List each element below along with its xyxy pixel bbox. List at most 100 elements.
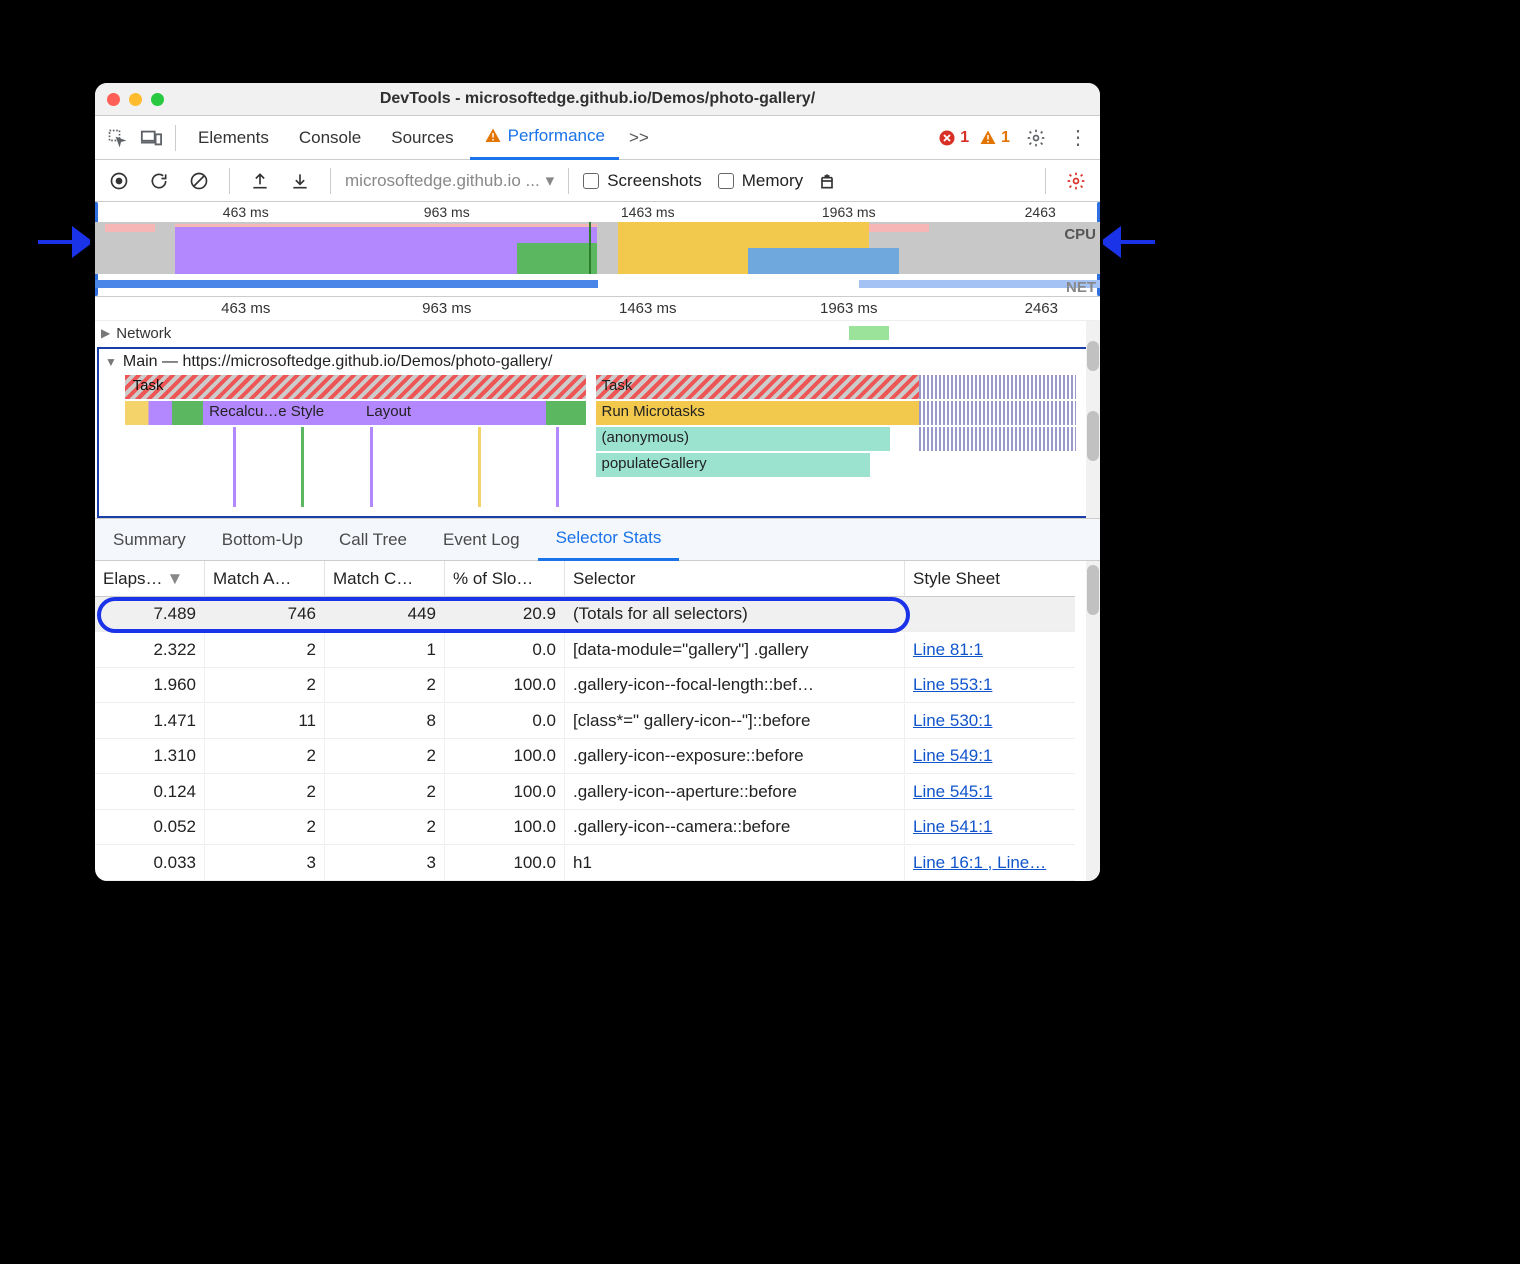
cell-stylesheet[interactable]: Line 16:1 , Line… xyxy=(905,846,1075,881)
subtab-event-log[interactable]: Event Log xyxy=(425,519,538,561)
flame-task[interactable]: Task xyxy=(125,375,586,399)
stylesheet-link[interactable]: Line 553:1 xyxy=(913,675,992,695)
cell-pct-slow: 100.0 xyxy=(445,739,565,774)
subtab-bottom-up[interactable]: Bottom-Up xyxy=(204,519,321,561)
upload-profile-icon[interactable] xyxy=(244,165,276,197)
subtab-call-tree[interactable]: Call Tree xyxy=(321,519,425,561)
cell-pct-slow: 100.0 xyxy=(445,846,565,881)
stylesheet-link[interactable]: Line 81:1 xyxy=(913,640,983,660)
network-track-header[interactable]: ▶ Network xyxy=(95,321,1100,345)
tab-overflow[interactable]: >> xyxy=(621,116,657,160)
main-track-header[interactable]: ▼ Main — https://microsoftedge.github.io… xyxy=(99,349,1092,375)
performance-toolbar: microsoftedge.github.io ... ▾ Screenshot… xyxy=(95,160,1100,202)
cell-match-count: 3 xyxy=(325,846,445,881)
annotation-arrow-right xyxy=(1103,224,1155,260)
device-toolbar-icon[interactable] xyxy=(135,122,167,154)
stylesheet-link[interactable]: Line 541:1 xyxy=(913,817,992,837)
tracks-scrollthumb[interactable] xyxy=(1087,341,1099,371)
cell-match-attempts: 2 xyxy=(205,775,325,810)
flame-layout[interactable]: Layout xyxy=(360,401,546,425)
error-badge[interactable]: 1 xyxy=(938,129,969,147)
flame-recalc-style[interactable]: Recalcu…e Style xyxy=(203,401,360,425)
record-button-icon[interactable] xyxy=(103,165,135,197)
col-selector[interactable]: Selector xyxy=(565,561,905,597)
table-scrollbar[interactable] xyxy=(1086,561,1100,881)
flame-activity[interactable] xyxy=(546,401,585,425)
stylesheet-link[interactable]: Line 549:1 xyxy=(913,746,992,766)
warning-badge[interactable]: 1 xyxy=(979,129,1010,147)
cell-match-attempts: 2 xyxy=(205,633,325,668)
subtab-selector-stats[interactable]: Selector Stats xyxy=(538,519,680,561)
tab-performance[interactable]: Performance xyxy=(470,116,619,160)
tab-elements[interactable]: Elements xyxy=(184,116,283,160)
cell-match-count: 2 xyxy=(325,810,445,845)
tracks-scrollbar[interactable] xyxy=(1086,321,1100,518)
garbage-collect-icon[interactable] xyxy=(811,165,843,197)
col-stylesheet[interactable]: Style Sheet xyxy=(905,561,1075,597)
overview-playhead[interactable] xyxy=(589,222,591,274)
flame-chart[interactable]: ▶ Network ▼ Main — https://microsoftedge… xyxy=(95,321,1100,519)
main-flame-chart[interactable]: Task Task Recalcu…e Style Layout Run Mic… xyxy=(105,375,1086,515)
cell-stylesheet[interactable]: Line 553:1 xyxy=(905,668,1075,703)
flame-activity[interactable] xyxy=(919,401,1076,425)
screenshots-checkbox[interactable] xyxy=(583,173,599,189)
warning-icon xyxy=(484,127,502,145)
cell-selector: (Totals for all selectors) xyxy=(565,597,905,632)
tab-console[interactable]: Console xyxy=(285,116,375,160)
stylesheet-link[interactable]: Line 545:1 xyxy=(913,782,992,802)
flame-activity[interactable] xyxy=(919,375,1076,399)
cell-stylesheet[interactable]: Line 549:1 xyxy=(905,739,1075,774)
selection-outline: ▼ Main — https://microsoftedge.github.io… xyxy=(97,347,1094,518)
capture-settings-icon[interactable] xyxy=(1060,165,1092,197)
col-pct-slow[interactable]: % of Slo… xyxy=(445,561,565,597)
cell-match-count: 8 xyxy=(325,704,445,739)
clear-icon[interactable] xyxy=(183,165,215,197)
col-match-attempts[interactable]: Match A… xyxy=(205,561,325,597)
divider xyxy=(1045,168,1046,194)
download-profile-icon[interactable] xyxy=(284,165,316,197)
close-window-button[interactable] xyxy=(107,93,120,106)
memory-checkbox[interactable] xyxy=(718,173,734,189)
divider xyxy=(175,125,176,151)
flame-activity[interactable] xyxy=(919,427,1076,451)
settings-icon[interactable] xyxy=(1020,122,1052,154)
flame-populate-gallery[interactable]: populateGallery xyxy=(596,453,871,477)
reload-record-icon[interactable] xyxy=(143,165,175,197)
cell-stylesheet[interactable]: Line 541:1 xyxy=(905,810,1075,845)
more-menu-icon[interactable]: ⋮ xyxy=(1062,122,1094,154)
stylesheet-link[interactable]: Line 530:1 xyxy=(913,711,992,731)
tab-sources[interactable]: Sources xyxy=(377,116,467,160)
network-track-label: Network xyxy=(116,325,171,342)
sort-desc-icon: ▼ xyxy=(167,569,184,589)
subtab-summary[interactable]: Summary xyxy=(95,519,204,561)
flame-anonymous[interactable]: (anonymous) xyxy=(596,427,890,451)
stylesheet-link[interactable]: Line 16:1 , Line… xyxy=(913,853,1046,873)
cell-stylesheet[interactable]: Line 530:1 xyxy=(905,704,1075,739)
cell-selector: [data-module="gallery"] .gallery xyxy=(565,633,905,668)
table-scrollthumb[interactable] xyxy=(1087,565,1099,615)
tracks-scrollthumb-2[interactable] xyxy=(1087,411,1099,461)
col-elapsed[interactable]: Elaps… ▼ xyxy=(95,561,205,597)
zoom-window-button[interactable] xyxy=(151,93,164,106)
cell-stylesheet[interactable]: Line 545:1 xyxy=(905,775,1075,810)
cell-match-attempts: 11 xyxy=(205,704,325,739)
cell-elapsed: 1.471 xyxy=(95,704,205,739)
collapse-icon: ▼ xyxy=(105,355,117,369)
cpu-overview xyxy=(95,222,1100,274)
cell-pct-slow: 0.0 xyxy=(445,704,565,739)
cell-elapsed: 0.052 xyxy=(95,810,205,845)
inspect-element-icon[interactable] xyxy=(101,122,133,154)
cell-stylesheet[interactable]: Line 81:1 xyxy=(905,633,1075,668)
flame-run-microtasks[interactable]: Run Microtasks xyxy=(596,401,920,425)
cell-match-attempts: 3 xyxy=(205,846,325,881)
flame-task[interactable]: Task xyxy=(596,375,920,399)
cell-pct-slow: 100.0 xyxy=(445,810,565,845)
profile-target-dropdown[interactable]: microsoftedge.github.io ... ▾ xyxy=(345,171,554,191)
overview-ruler: 463 ms 963 ms 1463 ms 1963 ms 2463 ms xyxy=(95,202,1100,222)
minimize-window-button[interactable] xyxy=(129,93,142,106)
overview-timeline[interactable]: 463 ms 963 ms 1463 ms 1963 ms 2463 ms CP… xyxy=(95,202,1100,297)
flame-activity[interactable] xyxy=(125,401,203,425)
cell-elapsed: 0.033 xyxy=(95,846,205,881)
col-match-count[interactable]: Match C… xyxy=(325,561,445,597)
cell-elapsed: 2.322 xyxy=(95,633,205,668)
